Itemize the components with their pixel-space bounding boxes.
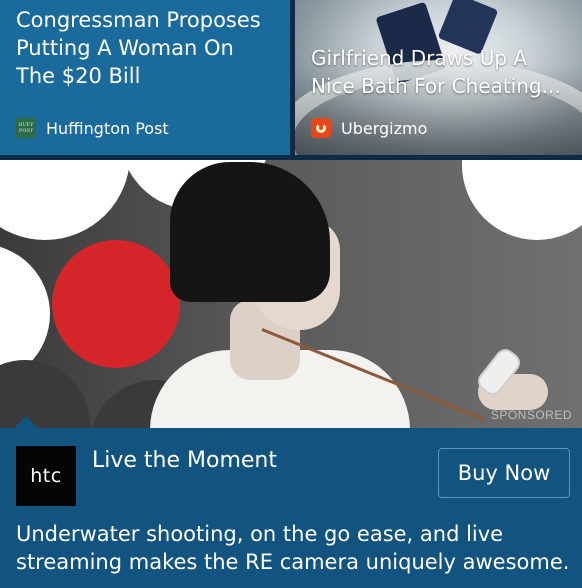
ad-pointer (14, 416, 38, 428)
decor-circle (462, 160, 582, 240)
news-title: Congressman Proposes Putting A Woman On … (16, 8, 261, 88)
model-figure (170, 162, 330, 302)
buy-now-button[interactable]: Buy Now (438, 448, 570, 498)
news-source-label: Huffington Post (46, 118, 169, 138)
decor-circle (0, 160, 130, 240)
sponsored-label: SPONSORED (490, 408, 572, 422)
ad-headline[interactable]: Live the Moment (92, 448, 277, 473)
ubergizmo-logo-icon (311, 118, 331, 138)
ad-hero-image[interactable]: SPONSORED (0, 160, 582, 428)
news-source: HUFF POST Huffington Post (16, 118, 169, 138)
news-card-huffington[interactable]: Congressman Proposes Putting A Woman On … (0, 0, 290, 155)
news-row: Congressman Proposes Putting A Woman On … (0, 0, 582, 160)
news-source: Ubergizmo (311, 118, 427, 138)
ad-description: Underwater shooting, on the go ease, and… (16, 522, 570, 574)
huffpost-logo-icon: HUFF POST (16, 118, 36, 138)
ad-footer: htc Live the Moment Buy Now Underwater s… (0, 428, 582, 588)
decor-circle (52, 240, 180, 368)
news-source-label: Ubergizmo (341, 118, 428, 138)
news-card-ubergizmo[interactable]: Girlfriend Draws Up A Nice Bath For Chea… (295, 0, 582, 155)
htc-logo-icon[interactable]: htc (16, 446, 76, 506)
news-title: Girlfriend Draws Up A Nice Bath For Chea… (311, 46, 561, 98)
